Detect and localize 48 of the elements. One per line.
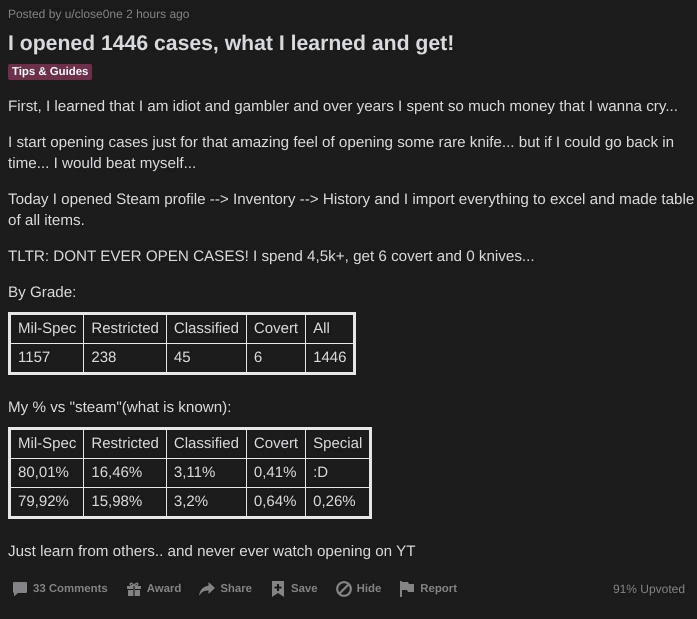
bookmark-plus-icon [270,581,286,597]
post-meta: Posted by u/close0ne 2 hours ago [8,6,190,22]
gift-icon [126,581,142,597]
table-cell: 16,46% [84,459,166,487]
table-cell: 0,41% [246,459,306,487]
table-cell: 0,64% [246,488,306,516]
save-button[interactable]: Save [266,575,326,603]
post-title: I opened 1446 cases, what I learned and get! [8,31,454,57]
upvote-ratio: 91% Upvoted [612,582,685,596]
table-header-cell: Mil-Spec [11,315,84,343]
post-paragraph: I start opening cases just for that amazing feel of opening some rare knife... but if I could go back in time... I would beat myself... [8,133,676,174]
table-cell: 80,01% [11,459,84,487]
table-header-cell: All [306,315,354,343]
table-header-cell: Covert [246,315,306,343]
table-cell: 3,11% [166,459,246,487]
table-header-cell: Covert [246,430,306,458]
table-header-cell: Restricted [84,430,166,458]
ban-icon [336,581,352,597]
post-paragraph: My % vs "steam"(what is known): [8,398,232,418]
table-cell: 0,26% [306,488,370,516]
post-paragraph: First, I learned that I am idiot and gambler and over years I spent so much money that I wanna cry... [8,97,678,117]
hide-button[interactable]: Hide [332,575,390,603]
table-cell: 1157 [11,344,84,372]
table-cell: 238 [84,344,166,372]
table-header-cell: Restricted [84,315,166,343]
table-cell: 6 [246,344,306,372]
award-button[interactable]: Award [122,575,190,603]
table-header-cell: Classified [166,430,246,458]
table-header-cell: Special [306,430,370,458]
table-cell: 45 [166,344,246,372]
table-cell: 15,98% [84,488,166,516]
post-paragraph: Just learn from others.. and never ever watch opening on YT [8,542,416,562]
post-flair: Tips & Guides [8,64,92,80]
table-cell: 3,2% [166,488,246,516]
flag-icon [399,581,416,597]
speech-bubble-icon [12,581,28,597]
post-paragraph: TLTR: DONT EVER OPEN CASES! I spend 4,5k+, get 6 covert and 0 knives... [8,247,535,267]
table-cell: :D [306,459,370,487]
curved-arrow-icon [199,581,216,597]
table-header-cell: Classified [166,315,246,343]
table-cell: 1446 [306,344,354,372]
table-cell: 79,92% [11,488,84,516]
post-paragraph: By Grade: [8,283,76,303]
share-button[interactable]: Share [195,575,260,603]
post-paragraph: Today I opened Steam profile --> Inventory --> History and I import everything to excel and made table of all items. [8,190,696,231]
comments-button[interactable]: 33 Comments [8,575,116,603]
report-button[interactable]: Report [395,575,465,603]
table-header-cell: Mil-Spec [11,430,84,458]
